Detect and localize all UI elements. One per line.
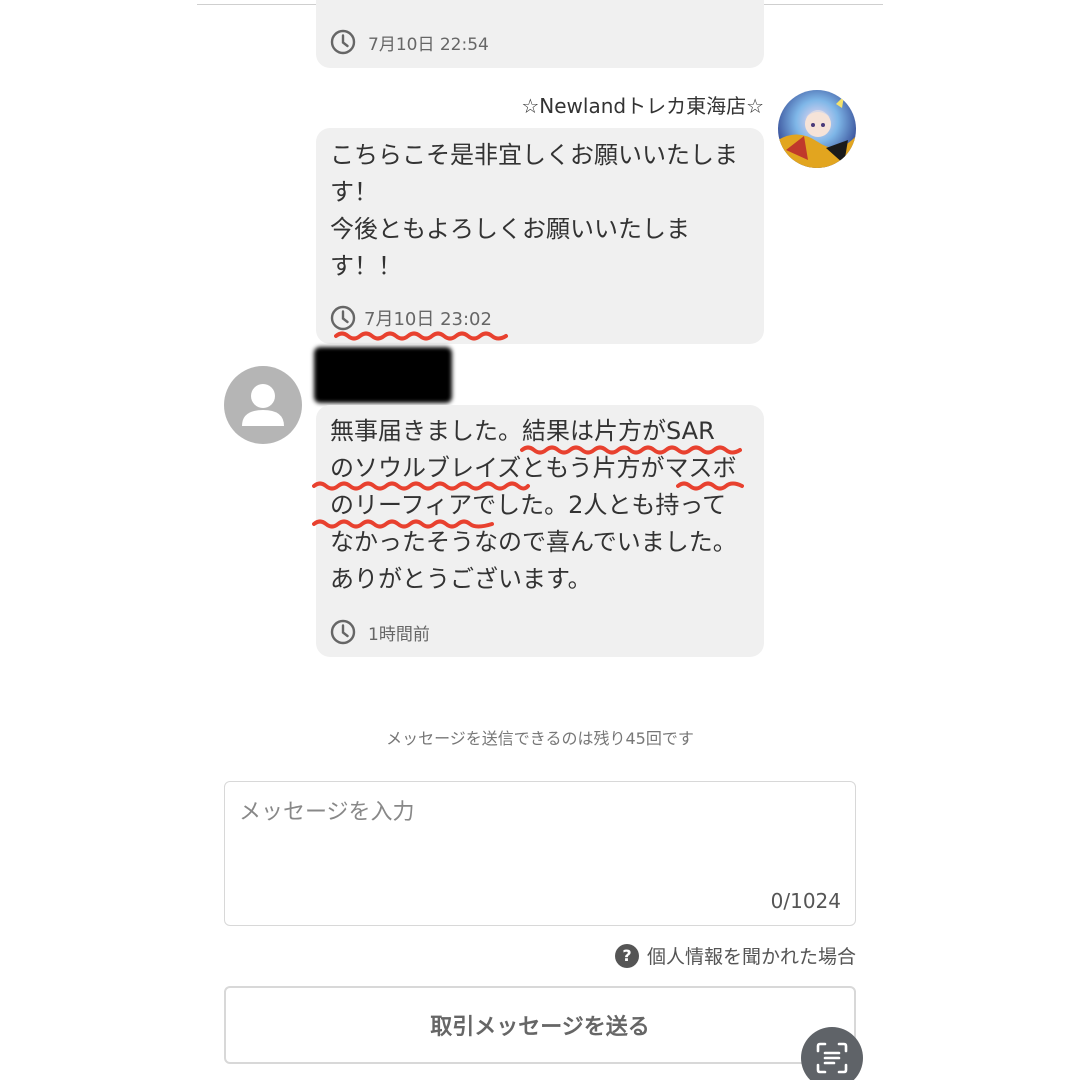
message-line: のリーフィアでした。2人とも持って: [330, 491, 727, 519]
sender-name-shop[interactable]: ☆Newlandトレカ東海店☆: [521, 90, 764, 119]
message-line: なかったそうなので喜んでいました。: [330, 528, 737, 556]
message-bubble-previous: 7月10日 22:54: [316, 0, 764, 68]
message-line: す！: [330, 178, 378, 206]
redacted-sender-name: [314, 347, 452, 403]
clock-icon: [330, 619, 356, 645]
message-input[interactable]: [239, 794, 839, 884]
shop-avatar[interactable]: [778, 90, 856, 168]
message-timestamp: 7月10日 23:02: [330, 305, 492, 331]
message-line: 無事届きました。結果は片方がSAR: [330, 417, 715, 445]
timestamp-text: 7月10日 22:54: [368, 34, 489, 55]
message-line: ありがとうございます。: [330, 565, 592, 593]
remaining-messages-note: メッセージを送信できるのは残り45回です: [386, 729, 694, 748]
user-avatar[interactable]: [224, 366, 302, 444]
message-bubble-user: 無事届きました。結果は片方がSAR のソウルブレイズともう片方がマスボ のリーフ…: [316, 405, 764, 657]
message-line: 今後ともよろしくお願いいたしま: [330, 215, 690, 243]
clock-icon: [330, 305, 356, 331]
message-line: こちらこそ是非宜しくお願いいたしま: [330, 141, 738, 169]
timestamp-text: 1時間前: [368, 624, 430, 645]
message-bubble-shop: こちらこそ是非宜しくお願いいたしま す！ 今後ともよろしくお願いいたしま す！！…: [316, 128, 764, 344]
message-composer[interactable]: 0/1024: [224, 781, 856, 926]
question-icon: ?: [614, 943, 639, 968]
clock-icon: [330, 29, 356, 55]
chat-page: 7月10日 22:54 ☆Newlandトレカ東海店☆ こちらこそ是非宜しくお願…: [0, 0, 1080, 1080]
timestamp-text: 7月10日 23:02: [364, 309, 492, 330]
text-scan-button[interactable]: [801, 1027, 863, 1080]
send-message-button[interactable]: 取引メッセージを送る: [224, 986, 856, 1064]
message-line: のソウルブレイズともう片方がマスボ: [330, 454, 737, 482]
message-timestamp: 1時間前: [330, 619, 430, 645]
scan-text-icon: [816, 1042, 848, 1074]
help-link-label: 個人情報を聞かれた場合: [646, 946, 856, 968]
personal-info-help-link[interactable]: ? 個人情報を聞かれた場合: [614, 942, 856, 969]
default-user-icon: [242, 384, 284, 426]
shop-avatar-image: [778, 90, 856, 168]
message-timestamp: 7月10日 22:54: [330, 29, 489, 55]
character-count: 0/1024: [770, 889, 841, 913]
message-line: す！！: [330, 252, 402, 280]
